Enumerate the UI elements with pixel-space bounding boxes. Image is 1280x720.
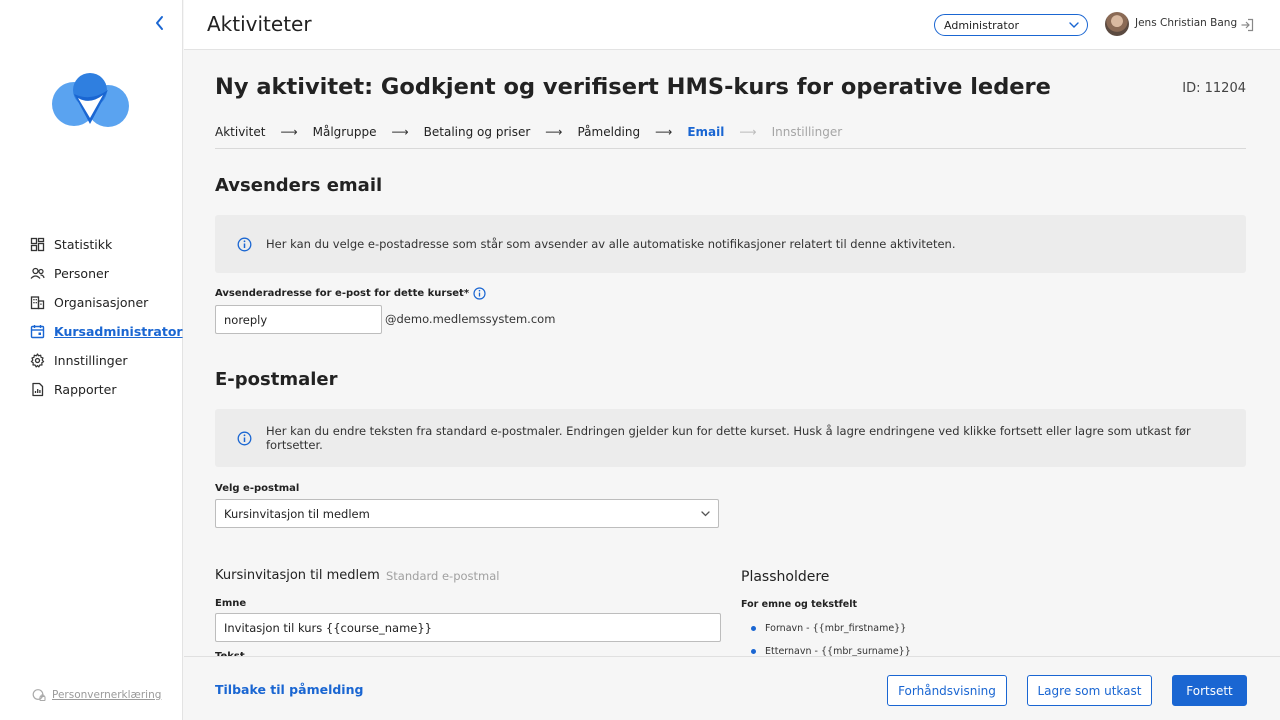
people-icon	[30, 266, 45, 281]
template-subtitle: Standard e-postmal	[386, 569, 500, 583]
chevron-down-icon	[1068, 19, 1080, 31]
sender-address-label-text: Avsenderadresse for e-post for dette kur…	[215, 288, 470, 299]
sidebar: Statistikk Personer Organisasjoner Kursa…	[0, 0, 183, 720]
sender-address-input[interactable]: noreply	[215, 305, 382, 334]
subject-label: Emne	[215, 598, 247, 609]
placeholder-item[interactable]: Etternavn - {{mbr_surname}}	[751, 646, 911, 656]
preview-button[interactable]: Forhåndsvisning	[887, 675, 1007, 706]
templates-section-title: E-postmaler	[215, 369, 338, 390]
sender-domain-suffix: @demo.medlemssystem.com	[385, 312, 556, 326]
building-icon	[30, 295, 45, 310]
step-arrow: ⟶	[545, 125, 563, 139]
sidebar-item-label: Organisasjoner	[54, 295, 149, 310]
step-arrow: ⟶	[280, 125, 298, 139]
placeholders-title: Plassholdere	[741, 569, 830, 585]
placeholder-item[interactable]: Fornavn - {{mbr_firstname}}	[751, 623, 906, 634]
bullet-icon	[751, 626, 756, 631]
sidebar-item-statistikk[interactable]: Statistikk	[30, 230, 183, 259]
sender-address-label: Avsenderadresse for e-post for dette kur…	[215, 287, 486, 300]
sender-info-text: Her kan du velge e-postadresse som står …	[266, 237, 956, 251]
report-icon	[30, 382, 45, 397]
info-icon	[237, 237, 252, 252]
privacy-label: Personvernerklæring	[52, 689, 162, 701]
user-name[interactable]: Jens Christian Bang	[1135, 17, 1237, 29]
templates-info-box: Her kan du endre teksten fra standard e-…	[215, 409, 1246, 467]
sidebar-item-innstillinger[interactable]: Innstillinger	[30, 346, 183, 375]
step-arrow: ⟶	[739, 125, 757, 139]
main-content: Ny aktivitet: Godkjent og verifisert HMS…	[184, 50, 1280, 656]
action-footer: Tilbake til påmelding Forhåndsvisning La…	[184, 656, 1280, 720]
info-icon[interactable]	[473, 287, 486, 300]
step-innstillinger: Innstillinger	[771, 125, 843, 139]
back-to-registration-link[interactable]: Tilbake til påmelding	[215, 682, 363, 697]
placeholder-item-text: Fornavn - {{mbr_firstname}}	[765, 623, 907, 634]
placeholders-subtitle: For emne og tekstfelt	[741, 599, 857, 610]
app-logo-icon	[52, 72, 130, 132]
privacy-link[interactable]: Personvernerklæring	[32, 688, 161, 702]
sidebar-item-label: Kursadministrator	[54, 324, 183, 339]
step-pamelding[interactable]: Påmelding	[577, 125, 640, 148]
step-arrow: ⟶	[391, 125, 409, 139]
template-select-value: Kursinvitasjon til medlem	[224, 507, 370, 521]
step-email[interactable]: Email	[687, 125, 724, 148]
sidebar-item-label: Statistikk	[54, 237, 113, 252]
step-betaling-og-priser[interactable]: Betaling og priser	[424, 125, 531, 148]
role-select-value: Administrator	[944, 19, 1019, 32]
calendar-icon	[30, 324, 45, 339]
gear-icon	[30, 353, 45, 368]
top-bar: Aktiviteter Administrator Jens Christian…	[184, 0, 1280, 50]
sidebar-item-organisasjoner[interactable]: Organisasjoner	[30, 288, 183, 317]
chevron-down-icon	[699, 507, 712, 520]
sidebar-item-kursadministrator[interactable]: Kursadministrator	[30, 317, 183, 346]
step-malgruppe[interactable]: Målgruppe	[313, 125, 377, 148]
stepper: Aktivitet ⟶ Målgruppe ⟶ Betaling og pris…	[215, 125, 1246, 149]
role-select[interactable]: Administrator	[934, 14, 1088, 36]
subject-input[interactable]: Invitasjon til kurs {{course_name}}	[215, 613, 721, 642]
sidebar-nav: Statistikk Personer Organisasjoner Kursa…	[30, 230, 183, 404]
collapse-sidebar-chevron-left-icon[interactable]	[151, 14, 169, 32]
templates-info-text: Her kan du endre teksten fra standard e-…	[266, 424, 1191, 452]
template-title: Kursinvitasjon til medlem	[215, 568, 380, 583]
step-arrow: ⟶	[655, 125, 673, 139]
template-select[interactable]: Kursinvitasjon til medlem	[215, 499, 719, 528]
sender-info-box: Her kan du velge e-postadresse som står …	[215, 215, 1246, 273]
logout-icon[interactable]	[1240, 17, 1254, 32]
save-draft-button[interactable]: Lagre som utkast	[1027, 675, 1152, 706]
info-icon	[237, 431, 252, 446]
sidebar-item-label: Rapporter	[54, 382, 117, 397]
sender-section-title: Avsenders email	[215, 175, 383, 196]
activity-id: ID: 11204	[1182, 81, 1246, 96]
placeholder-item-text: Etternavn - {{mbr_surname}}	[765, 646, 911, 656]
avatar[interactable]	[1105, 12, 1129, 36]
continue-button[interactable]: Fortsett	[1172, 675, 1247, 706]
activity-heading: Ny aktivitet: Godkjent og verifisert HMS…	[215, 74, 1051, 100]
dashboard-icon	[30, 237, 45, 252]
sidebar-item-label: Innstillinger	[54, 353, 128, 368]
page-title: Aktiviteter	[207, 12, 312, 36]
step-aktivitet[interactable]: Aktivitet	[215, 125, 265, 148]
bullet-icon	[751, 649, 756, 654]
sidebar-item-rapporter[interactable]: Rapporter	[30, 375, 183, 404]
shield-lock-icon	[32, 688, 46, 702]
template-select-label: Velg e-postmal	[215, 483, 300, 494]
sidebar-item-personer[interactable]: Personer	[30, 259, 183, 288]
sidebar-item-label: Personer	[54, 266, 109, 281]
